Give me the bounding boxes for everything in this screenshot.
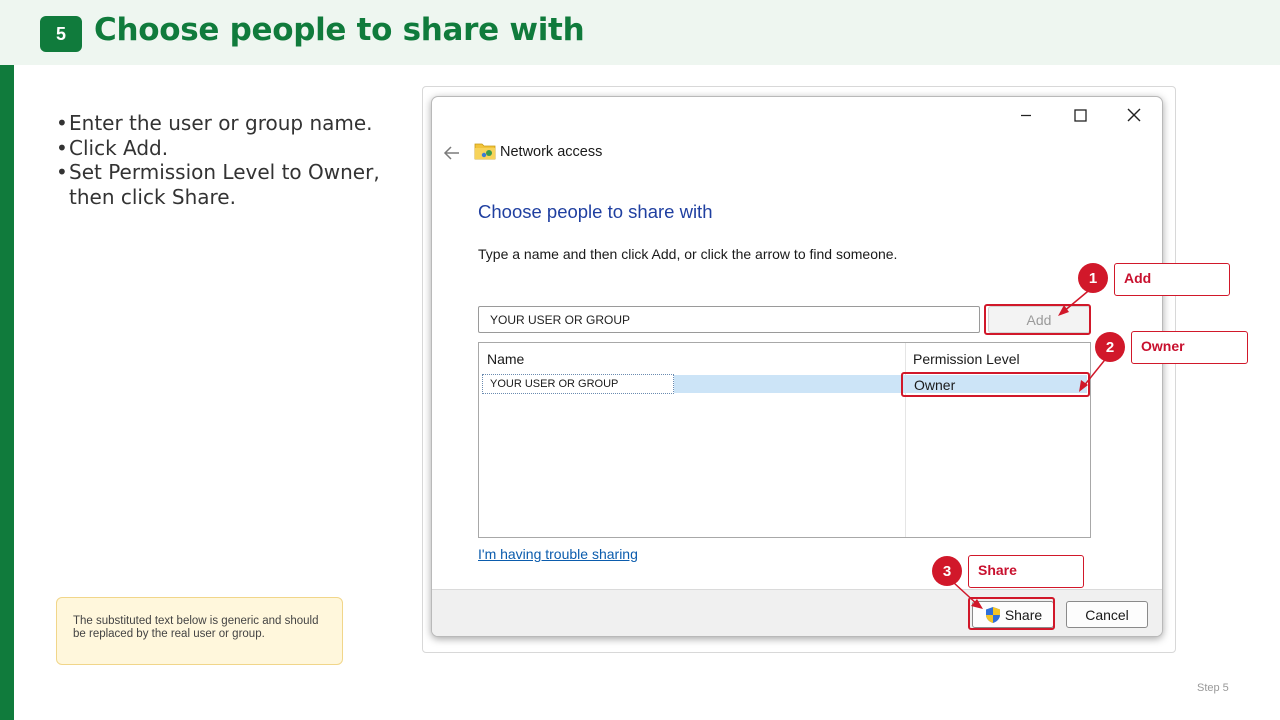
callout-1-label: Add	[1114, 263, 1230, 296]
callout-connectors	[953, 286, 1109, 609]
callout-1-number: 1	[1078, 263, 1108, 293]
callout-3-number: 3	[932, 556, 962, 586]
callout-2-label: Owner	[1131, 331, 1248, 364]
callout-2-number: 2	[1095, 332, 1125, 362]
callout-3-label: Share	[968, 555, 1084, 588]
